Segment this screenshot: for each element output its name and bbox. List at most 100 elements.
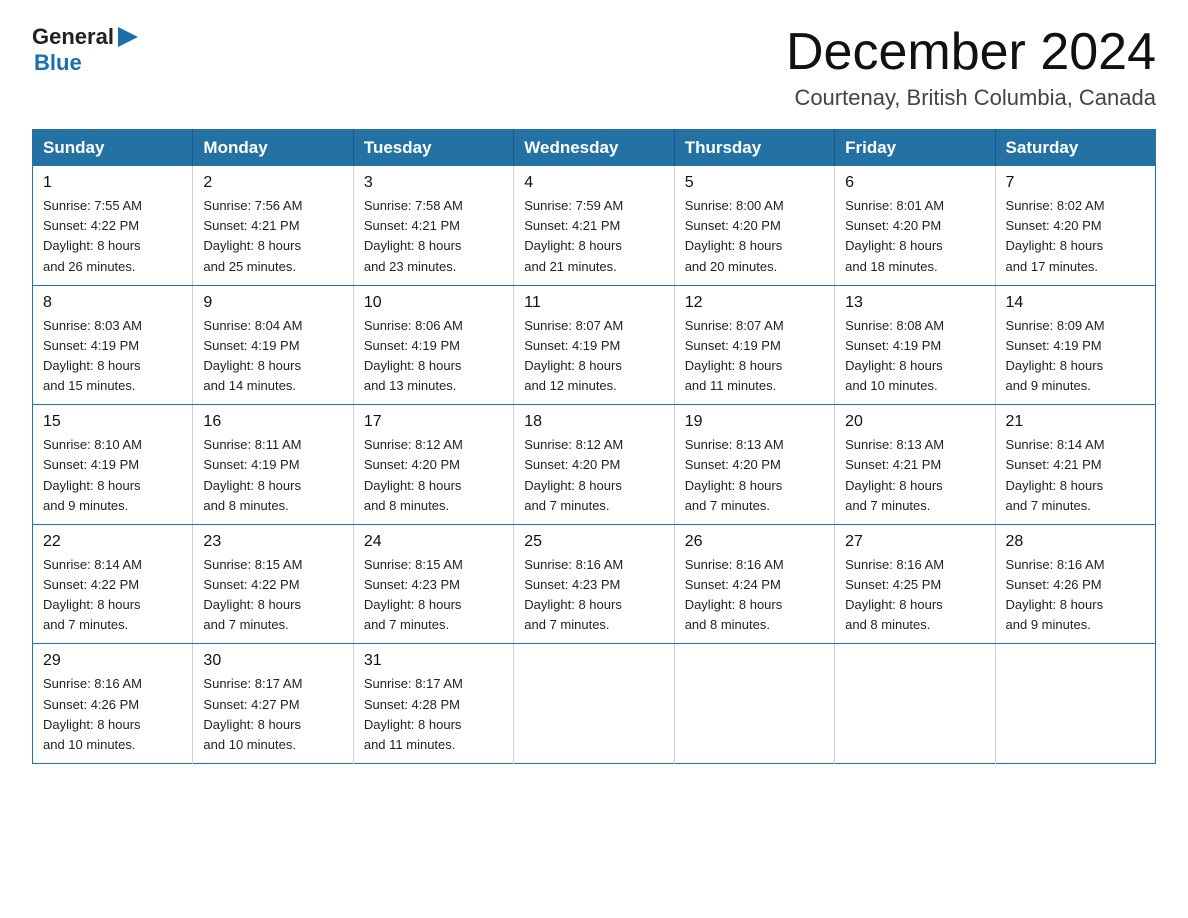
calendar-cell: 16 Sunrise: 8:11 AMSunset: 4:19 PMDayligh… [193,405,353,525]
day-info: Sunrise: 8:12 AMSunset: 4:20 PMDaylight:… [524,435,663,516]
logo-blue: Blue [34,50,82,76]
calendar-cell: 23 Sunrise: 8:15 AMSunset: 4:22 PMDayligh… [193,524,353,644]
day-number: 15 [43,413,182,431]
calendar-week-2: 8 Sunrise: 8:03 AMSunset: 4:19 PMDaylight… [33,285,1156,405]
weekday-header-wednesday: Wednesday [514,130,674,167]
day-info: Sunrise: 8:02 AMSunset: 4:20 PMDaylight:… [1006,196,1145,277]
day-info: Sunrise: 8:00 AMSunset: 4:20 PMDaylight:… [685,196,824,277]
calendar-cell: 4 Sunrise: 7:59 AMSunset: 4:21 PMDaylight… [514,166,674,285]
calendar-cell: 22 Sunrise: 8:14 AMSunset: 4:22 PMDayligh… [33,524,193,644]
calendar-body: 1 Sunrise: 7:55 AMSunset: 4:22 PMDaylight… [33,166,1156,763]
day-info: Sunrise: 8:13 AMSunset: 4:20 PMDaylight:… [685,435,824,516]
day-number: 20 [845,413,984,431]
calendar-cell: 20 Sunrise: 8:13 AMSunset: 4:21 PMDayligh… [835,405,995,525]
calendar-cell: 9 Sunrise: 8:04 AMSunset: 4:19 PMDaylight… [193,285,353,405]
day-info: Sunrise: 8:08 AMSunset: 4:19 PMDaylight:… [845,316,984,397]
day-number: 12 [685,294,824,312]
day-number: 27 [845,533,984,551]
day-number: 22 [43,533,182,551]
calendar-cell: 15 Sunrise: 8:10 AMSunset: 4:19 PMDayligh… [33,405,193,525]
weekday-header-sunday: Sunday [33,130,193,167]
day-number: 25 [524,533,663,551]
day-info: Sunrise: 8:12 AMSunset: 4:20 PMDaylight:… [364,435,503,516]
calendar-cell: 10Sunrise: 8:06 AMSunset: 4:19 PMDayligh… [353,285,513,405]
logo: General Blue [32,24,138,76]
calendar-cell [514,644,674,764]
day-info: Sunrise: 8:16 AMSunset: 4:23 PMDaylight:… [524,555,663,636]
logo-icon [116,27,138,47]
day-number: 23 [203,533,342,551]
day-number: 9 [203,294,342,312]
day-info: Sunrise: 8:11 AMSunset: 4:19 PMDaylight:… [203,435,342,516]
calendar-cell: 29 Sunrise: 8:16 AMSunset: 4:26 PMDayligh… [33,644,193,764]
calendar-cell: 7 Sunrise: 8:02 AMSunset: 4:20 PMDaylight… [995,166,1155,285]
calendar-cell: 8 Sunrise: 8:03 AMSunset: 4:19 PMDaylight… [33,285,193,405]
day-info: Sunrise: 7:56 AMSunset: 4:21 PMDaylight:… [203,196,342,277]
day-number: 10 [364,294,503,312]
day-number: 19 [685,413,824,431]
day-number: 18 [524,413,663,431]
day-number: 24 [364,533,503,551]
day-info: Sunrise: 8:15 AMSunset: 4:22 PMDaylight:… [203,555,342,636]
weekday-header-thursday: Thursday [674,130,834,167]
day-info: Sunrise: 7:58 AMSunset: 4:21 PMDaylight:… [364,196,503,277]
day-info: Sunrise: 8:13 AMSunset: 4:21 PMDaylight:… [845,435,984,516]
calendar-week-3: 15 Sunrise: 8:10 AMSunset: 4:19 PMDayligh… [33,405,1156,525]
day-number: 8 [43,294,182,312]
calendar-week-4: 22 Sunrise: 8:14 AMSunset: 4:22 PMDayligh… [33,524,1156,644]
day-info: Sunrise: 7:59 AMSunset: 4:21 PMDaylight:… [524,196,663,277]
day-number: 31 [364,652,503,670]
day-number: 30 [203,652,342,670]
title-block: December 2024 Courtenay, British Columbi… [786,24,1156,111]
calendar-cell: 19 Sunrise: 8:13 AMSunset: 4:20 PMDayligh… [674,405,834,525]
day-info: Sunrise: 8:14 AMSunset: 4:21 PMDaylight:… [1006,435,1145,516]
calendar-cell: 11Sunrise: 8:07 AMSunset: 4:19 PMDayligh… [514,285,674,405]
day-info: Sunrise: 8:14 AMSunset: 4:22 PMDaylight:… [43,555,182,636]
calendar-cell: 12Sunrise: 8:07 AMSunset: 4:19 PMDayligh… [674,285,834,405]
day-info: Sunrise: 8:04 AMSunset: 4:19 PMDaylight:… [203,316,342,397]
weekday-header-row: SundayMondayTuesdayWednesdayThursdayFrid… [33,130,1156,167]
calendar-cell [995,644,1155,764]
calendar-cell: 30Sunrise: 8:17 AMSunset: 4:27 PMDayligh… [193,644,353,764]
calendar-cell: 18 Sunrise: 8:12 AMSunset: 4:20 PMDayligh… [514,405,674,525]
weekday-header-tuesday: Tuesday [353,130,513,167]
calendar-cell [835,644,995,764]
page-header: General Blue December 2024 Courtenay, Br… [32,24,1156,111]
day-number: 17 [364,413,503,431]
weekday-header-monday: Monday [193,130,353,167]
day-number: 2 [203,174,342,192]
calendar-cell: 24 Sunrise: 8:15 AMSunset: 4:23 PMDayligh… [353,524,513,644]
day-info: Sunrise: 7:55 AMSunset: 4:22 PMDaylight:… [43,196,182,277]
month-title: December 2024 [786,24,1156,81]
day-number: 14 [1006,294,1145,312]
calendar-cell: 2 Sunrise: 7:56 AMSunset: 4:21 PMDaylight… [193,166,353,285]
day-number: 1 [43,174,182,192]
location-title: Courtenay, British Columbia, Canada [786,85,1156,111]
day-number: 4 [524,174,663,192]
calendar-cell: 26Sunrise: 8:16 AMSunset: 4:24 PMDayligh… [674,524,834,644]
day-info: Sunrise: 8:03 AMSunset: 4:19 PMDaylight:… [43,316,182,397]
day-info: Sunrise: 8:01 AMSunset: 4:20 PMDaylight:… [845,196,984,277]
calendar-cell: 21 Sunrise: 8:14 AMSunset: 4:21 PMDayligh… [995,405,1155,525]
day-info: Sunrise: 8:16 AMSunset: 4:24 PMDaylight:… [685,555,824,636]
calendar-cell: 6Sunrise: 8:01 AMSunset: 4:20 PMDaylight… [835,166,995,285]
day-info: Sunrise: 8:16 AMSunset: 4:25 PMDaylight:… [845,555,984,636]
day-number: 21 [1006,413,1145,431]
logo-general: General [32,24,114,50]
calendar-cell [674,644,834,764]
day-number: 16 [203,413,342,431]
day-number: 7 [1006,174,1145,192]
day-info: Sunrise: 8:10 AMSunset: 4:19 PMDaylight:… [43,435,182,516]
calendar-cell: 3Sunrise: 7:58 AMSunset: 4:21 PMDaylight… [353,166,513,285]
calendar-cell: 28Sunrise: 8:16 AMSunset: 4:26 PMDayligh… [995,524,1155,644]
day-number: 11 [524,294,663,312]
calendar-cell: 5 Sunrise: 8:00 AMSunset: 4:20 PMDaylight… [674,166,834,285]
calendar-cell: 1 Sunrise: 7:55 AMSunset: 4:22 PMDaylight… [33,166,193,285]
day-info: Sunrise: 8:09 AMSunset: 4:19 PMDaylight:… [1006,316,1145,397]
day-number: 5 [685,174,824,192]
day-info: Sunrise: 8:16 AMSunset: 4:26 PMDaylight:… [43,674,182,755]
day-number: 29 [43,652,182,670]
calendar-cell: 31Sunrise: 8:17 AMSunset: 4:28 PMDayligh… [353,644,513,764]
day-number: 13 [845,294,984,312]
day-info: Sunrise: 8:15 AMSunset: 4:23 PMDaylight:… [364,555,503,636]
